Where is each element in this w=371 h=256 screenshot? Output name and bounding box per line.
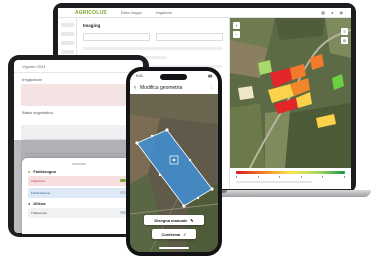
list-item-fertilization[interactable]: Fertilizzazione xyxy=(28,187,129,198)
section-title: Stato vegetativo xyxy=(22,110,53,115)
status-time: 9:41 xyxy=(136,74,143,78)
battery-icon: ▮▮ xyxy=(208,74,212,78)
app-top-bar: AGRICOLUS Editor mappa Irrigazione ▦ ● ◉ xyxy=(58,8,351,18)
back-icon[interactable]: ‹ xyxy=(134,85,136,91)
date-field[interactable] xyxy=(83,33,150,41)
nav-item[interactable] xyxy=(61,41,74,45)
nav-item[interactable] xyxy=(61,23,74,27)
panel-title: Imaging xyxy=(83,23,101,28)
list-item-treatment[interactable]: Trattamento xyxy=(28,207,129,218)
tablet-header: Vigneto 2024 xyxy=(14,60,143,73)
bottom-sheet: ● Fabbisogno Irrigazione Fertilizzazione… xyxy=(22,158,135,234)
bell-icon[interactable]: ● xyxy=(331,10,333,15)
more-icon[interactable]: ⋮ xyxy=(209,85,214,90)
grid-icon[interactable]: ▦ xyxy=(321,10,325,15)
index-legend xyxy=(230,168,351,189)
field-map[interactable]: + − ≡ ◎ xyxy=(230,18,351,168)
list-item-label: Fertilizzazione xyxy=(31,190,51,195)
section-title: Irrigazione xyxy=(22,77,43,82)
tab-irrigation[interactable]: Irrigazione xyxy=(156,11,172,15)
legend-color-scale xyxy=(236,171,345,174)
dynamic-island xyxy=(160,74,187,80)
zoom-in-icon[interactable]: + xyxy=(233,22,240,29)
nav-item[interactable] xyxy=(61,50,74,54)
list-item-label: Trattamento xyxy=(31,210,48,215)
list-item-irrigation[interactable]: Irrigazione xyxy=(28,175,129,186)
brand-logo: AGRICOLUS xyxy=(75,9,107,16)
shield-icon: ● xyxy=(28,200,31,206)
draw-manual-label: Disegna manuale xyxy=(154,217,188,223)
draw-manual-button[interactable]: Disegna manuale ✎ xyxy=(144,215,204,225)
alert-card[interactable] xyxy=(21,84,136,106)
phone-header: ‹ Modifica geometria ⋮ xyxy=(130,81,218,94)
text-line xyxy=(83,47,223,50)
leaf-icon: ● xyxy=(28,168,31,174)
confirm-label: Conferma xyxy=(161,231,181,237)
pencil-icon: ✎ xyxy=(190,217,194,223)
map-imagery xyxy=(230,18,351,168)
group-title: Difesa xyxy=(33,200,46,206)
phone-screen: 9:41 ▮▮ ‹ Modifica geometria ⋮ Disegna m… xyxy=(130,71,218,252)
sheet-handle[interactable] xyxy=(71,163,86,165)
nav-item[interactable] xyxy=(61,32,74,36)
legend-caption xyxy=(236,181,313,183)
home-indicator xyxy=(159,247,189,249)
zoom-out-icon[interactable]: − xyxy=(233,31,240,38)
locate-icon[interactable]: ◎ xyxy=(341,37,348,44)
list-item-label: Irrigazione xyxy=(31,178,46,183)
user-icon[interactable]: ◉ xyxy=(340,10,344,15)
tab-map-editor[interactable]: Editor mappa xyxy=(121,11,142,15)
group-title: Fabbisogno xyxy=(33,168,57,174)
confirm-button[interactable]: Conferma ✓ xyxy=(152,229,196,239)
index-field[interactable] xyxy=(156,33,223,41)
check-icon: ✓ xyxy=(183,231,187,237)
layers-icon[interactable]: ≡ xyxy=(341,28,348,35)
legend-ticks xyxy=(236,176,345,178)
page-title: Modifica geometria xyxy=(140,84,183,91)
